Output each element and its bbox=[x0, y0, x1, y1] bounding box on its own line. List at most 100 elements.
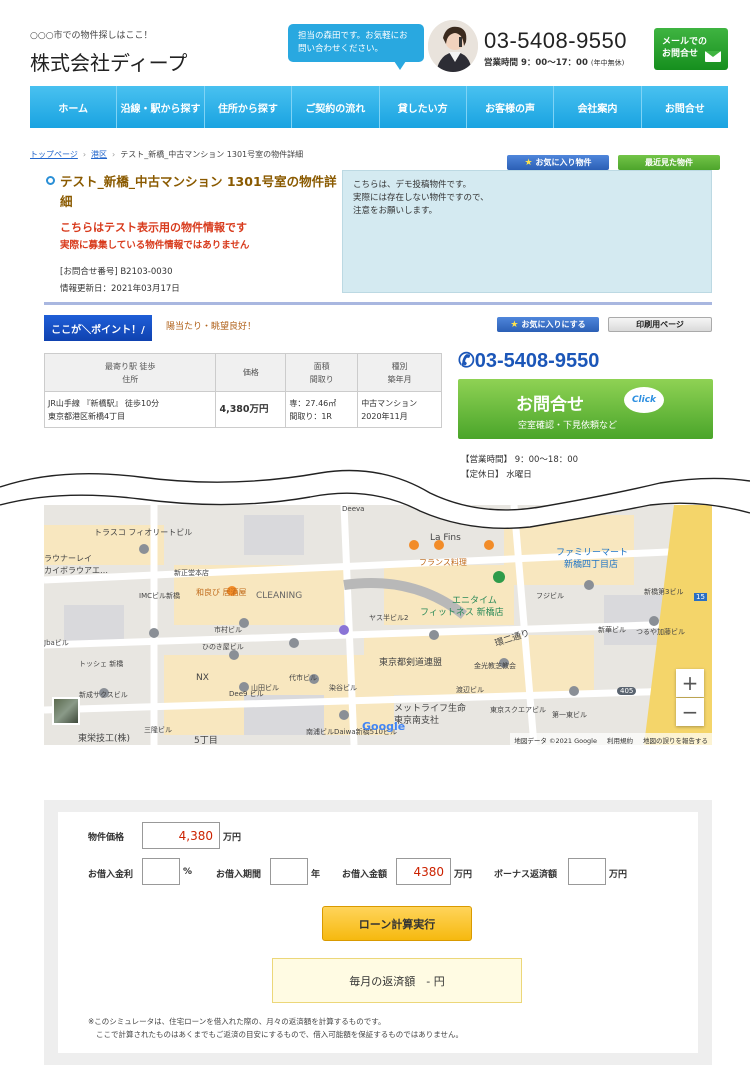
zoom-in-button[interactable]: + bbox=[676, 669, 704, 697]
notice-line: 注意をお願いします。 bbox=[353, 206, 438, 216]
site-tagline: ○○○市での物件探しはここ！ bbox=[30, 31, 153, 41]
map-label: つるや加藤ビル bbox=[636, 628, 685, 636]
map-attribution: 地図データ ©2021 Google 利用規約 地図の誤りを報告する bbox=[510, 733, 712, 745]
map-label: Jbaビル bbox=[44, 639, 69, 647]
map-label: 新橋第3ビル bbox=[644, 588, 684, 596]
mail-inquiry-button[interactable]: メールでのお問合せ bbox=[654, 28, 728, 70]
satellite-toggle[interactable] bbox=[52, 697, 80, 725]
company-logo-text[interactable]: 株式会社ディープ bbox=[30, 47, 187, 76]
header-area: 面積 bbox=[313, 361, 330, 371]
property-title: テスト_新橋_中古マンション 1301号室の物件詳細 bbox=[60, 174, 337, 209]
bonus-input[interactable] bbox=[568, 858, 606, 885]
table-header: 価格 bbox=[215, 353, 287, 392]
map-label: ひのき屋ビル bbox=[202, 643, 244, 651]
amount-unit: 万円 bbox=[454, 870, 473, 880]
map-label: IMCビル新橋 bbox=[139, 592, 180, 600]
click-badge: Click bbox=[624, 387, 664, 413]
map-label: 東京都剣道連盟 bbox=[379, 658, 443, 668]
updated-date: 情報更新日：2021年03月17日 bbox=[60, 284, 180, 294]
star-icon: ★ bbox=[510, 319, 519, 330]
favorites-label: お気に入り物件 bbox=[535, 158, 592, 167]
map-copyright: 地図データ ©2021 Google bbox=[514, 737, 597, 745]
cell-station: JR山手線 『新橋駅』 徒歩10分 bbox=[48, 398, 160, 408]
inquiry-number: [お問合せ番号] B2103-0030 bbox=[60, 267, 173, 277]
google-map[interactable]: トラスコ フィオリートビル ラウナーレイ カイボラウアエ… 新正堂本店 IMCビ… bbox=[44, 505, 712, 745]
header-station: 最寄り駅 徒歩 bbox=[104, 361, 156, 371]
map-label: 新橋四丁目店 bbox=[564, 560, 619, 570]
staff-speech-bubble: 担当の森田です。お気軽にお問い合わせください。 bbox=[288, 24, 424, 70]
add-favorite-label: お気に入りにする bbox=[521, 320, 586, 329]
cell-price: 4,380万円 bbox=[215, 391, 287, 428]
business-hours-note: (年中無休) bbox=[590, 59, 625, 67]
price-input[interactable]: 4,380 bbox=[142, 822, 220, 849]
map-terms-link[interactable]: 利用規約 bbox=[607, 735, 633, 745]
map-label: 渡辺ビル bbox=[456, 686, 484, 694]
site-header: ○○○市での物件探しはここ！ 株式会社ディープ 担当の森田です。お気軽にお問い合… bbox=[0, 0, 750, 85]
favorites-button[interactable]: ★ お気に入り物件 bbox=[507, 155, 609, 170]
contact-button[interactable]: お問合せ 空室確認・下見依頼など Click bbox=[458, 379, 713, 439]
simulator-note: ここで計算されたものはあくまでもご返済の目安にするもので、借入可能額を保証するも… bbox=[96, 1030, 464, 1039]
header-layout: 間取り bbox=[309, 374, 334, 384]
map-label: 15 bbox=[694, 593, 707, 601]
amount-label: お借入金額 bbox=[342, 870, 388, 880]
nav-item-landlord[interactable]: 貸したい方 bbox=[380, 86, 467, 128]
cell-area: 専：27.46㎡ bbox=[289, 398, 337, 408]
map-label: 染谷ビル bbox=[329, 684, 357, 692]
map-label: 5丁目 bbox=[194, 736, 218, 745]
map-label: 新正堂本店 bbox=[174, 569, 209, 577]
simulator-note: ※このシミュレータは、住宅ローンを借入れた際の、月々の返済額を計算するものです。 bbox=[88, 1017, 386, 1026]
table-header: 面積 間取り bbox=[285, 353, 359, 392]
rate-unit: % bbox=[183, 867, 193, 877]
header-phone-number[interactable]: 03-5408-9550 bbox=[484, 28, 627, 54]
map-label: 東京スクエアビル bbox=[490, 706, 546, 714]
print-page-button[interactable]: 印刷用ページ bbox=[608, 317, 712, 332]
global-nav: ホーム 沿線・駅から探す 住所から探す ご契約の流れ 貸したい方 お客様の声 会… bbox=[30, 86, 728, 128]
demo-notice-box: こちらは、デモ投稿物件です。 実際には存在しない物件ですので、 注意をお願いしま… bbox=[342, 170, 712, 293]
loan-calc-button[interactable]: ローン計算実行 bbox=[322, 906, 472, 941]
page-tear-divider bbox=[0, 469, 750, 529]
map-label: ラウナーレイ bbox=[44, 554, 92, 563]
map-label: 新華ビル bbox=[598, 626, 626, 634]
breadcrumb-home[interactable]: トップページ bbox=[30, 150, 78, 159]
price-unit: 万円 bbox=[223, 833, 242, 843]
contact-phone[interactable]: ✆03-5408-9550 bbox=[458, 348, 599, 373]
map-label: 第一東ビル bbox=[552, 711, 587, 719]
cell-built: 2020年11月 bbox=[361, 411, 408, 421]
period-input[interactable] bbox=[270, 858, 308, 885]
breadcrumb-area[interactable]: 港区 bbox=[91, 150, 107, 159]
map-label: 市村ビル bbox=[214, 626, 242, 634]
notice-line: 実際には存在しない物件ですので、 bbox=[353, 193, 489, 203]
map-label: 405 bbox=[617, 687, 637, 695]
table-header: 種別 築年月 bbox=[357, 353, 442, 392]
nav-item-home[interactable]: ホーム bbox=[30, 86, 118, 128]
point-text: 陽当たり・眺望良好！ bbox=[166, 322, 257, 332]
chevron-right-icon: › bbox=[112, 150, 116, 159]
rate-input[interactable] bbox=[142, 858, 180, 885]
nav-item-contract-flow[interactable]: ご契約の流れ bbox=[292, 86, 380, 128]
table-header: 最寄り駅 徒歩 住所 bbox=[43, 353, 217, 392]
nav-item-company[interactable]: 会社案内 bbox=[554, 86, 642, 128]
map-label: 金光教芝教会 bbox=[474, 662, 516, 670]
zoom-out-button[interactable]: − bbox=[676, 698, 704, 726]
contact-button-sub: 空室確認・下見依頼など bbox=[518, 421, 618, 431]
chevron-right-icon: › bbox=[82, 150, 87, 159]
map-label: 和良び 居酒屋 bbox=[196, 588, 247, 597]
map-label: フジビル bbox=[536, 592, 564, 600]
add-favorite-button[interactable]: ★ お気に入りにする bbox=[497, 317, 599, 332]
price-label: 物件価格 bbox=[88, 833, 125, 843]
map-label: カイボラウアエ… bbox=[44, 566, 108, 575]
map-label: 代市ビル bbox=[289, 674, 317, 682]
nav-item-contact[interactable]: お問合せ bbox=[642, 86, 728, 128]
nav-item-station[interactable]: 沿線・駅から探す bbox=[117, 86, 205, 128]
nav-item-voices[interactable]: お客様の声 bbox=[467, 86, 555, 128]
table-row: JR山手線 『新橋駅』 徒歩10分 東京都港区新橋4丁目 4,380万円 専：27… bbox=[43, 391, 442, 428]
amount-input[interactable]: 4380 bbox=[396, 858, 451, 885]
map-report-link[interactable]: 地図の誤りを報告する bbox=[643, 735, 708, 745]
map-label: フィットネス 新橋店 bbox=[420, 608, 504, 618]
recent-viewed-button[interactable]: 最近見た物件 bbox=[618, 155, 720, 170]
table-cell: 中古マンション 2020年11月 bbox=[357, 391, 442, 428]
star-icon: ★ bbox=[524, 157, 533, 168]
contact-button-main: お問合せ bbox=[516, 395, 584, 415]
business-hours-label: 営業時間 9：00～17：00 bbox=[484, 58, 588, 68]
nav-item-address[interactable]: 住所から探す bbox=[205, 86, 293, 128]
